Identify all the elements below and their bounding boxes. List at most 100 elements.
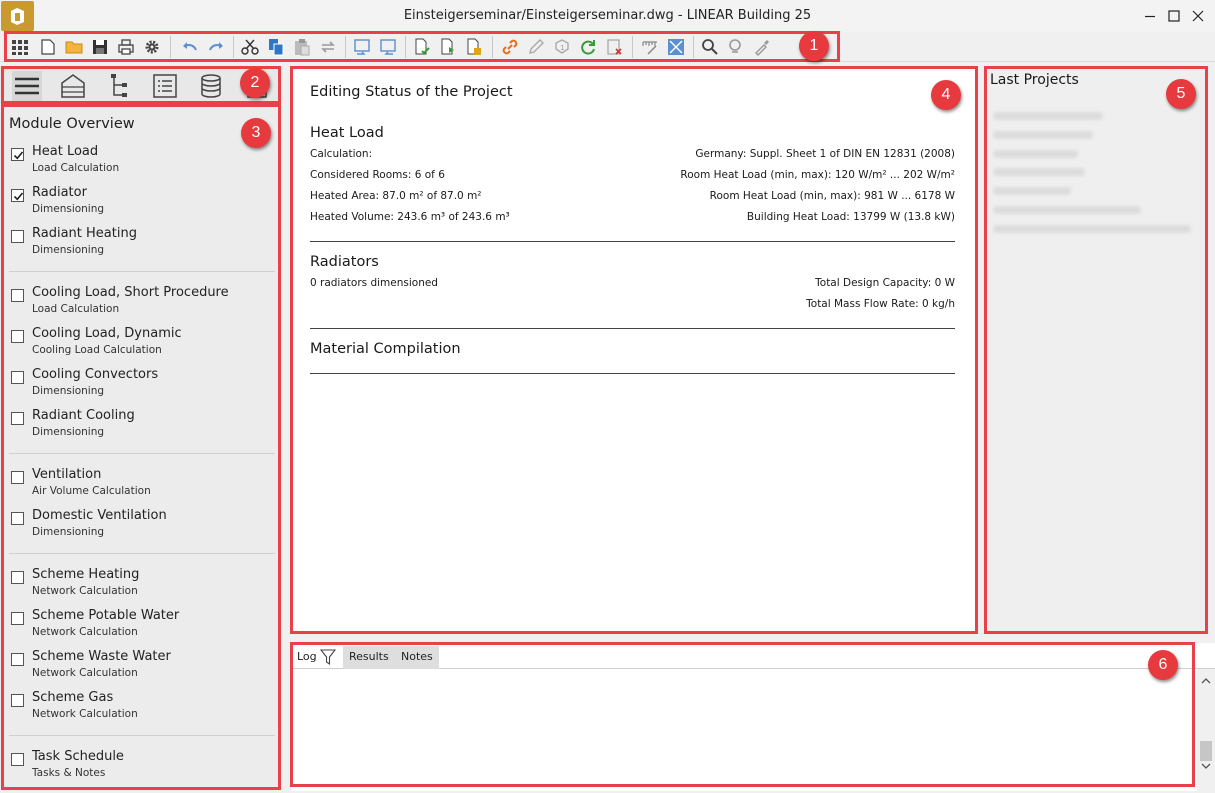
network-icon[interactable] — [104, 71, 134, 101]
tab-notes[interactable]: Notes — [395, 646, 439, 669]
document-check-icon[interactable] — [412, 37, 432, 57]
calculation-label: Calculation: — [310, 148, 373, 160]
info-badge-icon[interactable]: 1 — [552, 37, 572, 57]
section-divider — [310, 328, 955, 329]
document-calc-icon[interactable] — [464, 37, 484, 57]
ventilation-checkbox[interactable] — [11, 471, 24, 484]
minimize-icon[interactable] — [1140, 6, 1160, 26]
module-ventilation[interactable]: Ventilation Air Volume Calculation — [0, 466, 278, 506]
check-icon[interactable] — [666, 37, 686, 57]
module-scheme-heating[interactable]: Scheme Heating Network Calculation — [0, 566, 278, 606]
module-domestic-ventilation[interactable]: Domestic Ventilation Dimensioning — [0, 507, 278, 547]
module-overview-title: Module Overview — [9, 116, 135, 132]
eyedropper-icon[interactable] — [752, 37, 772, 57]
radiant-cooling-checkbox[interactable] — [11, 412, 24, 425]
building-icon[interactable] — [58, 71, 88, 101]
module-divider — [9, 271, 275, 272]
scheme-waste-water-checkbox[interactable] — [11, 653, 24, 666]
list-icon[interactable] — [150, 71, 180, 101]
total-mass-flow-rate: Total Mass Flow Rate: 0 kg/h — [806, 298, 955, 310]
callout-badge-4: 4 — [931, 80, 961, 110]
recent-project-item[interactable] — [993, 150, 1078, 158]
measure-icon[interactable] — [640, 37, 660, 57]
callout-badge-3: 3 — [241, 118, 271, 148]
module-scheme-waste-water[interactable]: Scheme Waste Water Network Calculation — [0, 648, 278, 688]
database-icon[interactable] — [196, 71, 226, 101]
new-document-icon[interactable] — [38, 37, 58, 57]
edit-pen-icon[interactable] — [526, 37, 546, 57]
transfer-icon[interactable] — [318, 37, 338, 57]
calculation-value: Germany: Suppl. Sheet 1 of DIN EN 12831 … — [695, 148, 955, 160]
building-heat-load: Building Heat Load: 13799 W (13.8 kW) — [746, 211, 955, 223]
recent-project-item[interactable] — [993, 168, 1085, 176]
scheme-heating-checkbox[interactable] — [11, 571, 24, 584]
svg-text:1: 1 — [560, 44, 564, 52]
open-folder-icon[interactable] — [64, 37, 84, 57]
module-scheme-potable-water[interactable]: Scheme Potable Water Network Calculation — [0, 607, 278, 647]
section-divider — [310, 373, 955, 374]
material-compilation-title: Material Compilation — [310, 341, 461, 357]
tab-results[interactable]: Results — [343, 646, 395, 669]
cooling-load-dynamic-checkbox[interactable] — [11, 330, 24, 343]
log-scroll-thumb[interactable] — [1200, 741, 1212, 761]
paste-icon[interactable] — [292, 37, 312, 57]
zoom-icon[interactable] — [700, 37, 720, 57]
scheme-potable-water-checkbox[interactable] — [11, 612, 24, 625]
cooling-convectors-checkbox[interactable] — [11, 371, 24, 384]
document-refresh-icon[interactable] — [438, 37, 458, 57]
close-icon[interactable] — [1188, 6, 1208, 26]
scheme-gas-checkbox[interactable] — [11, 694, 24, 707]
domestic-ventilation-checkbox[interactable] — [11, 512, 24, 525]
cut-icon[interactable] — [240, 37, 260, 57]
module-heat-load[interactable]: Heat Load Load Calculation — [0, 143, 278, 183]
module-divider — [9, 735, 275, 736]
recent-project-item[interactable] — [993, 131, 1093, 139]
radiant-heating-checkbox[interactable] — [11, 230, 24, 243]
radiator-checkbox[interactable] — [11, 189, 24, 202]
print-icon[interactable] — [116, 37, 136, 57]
cooling-load-short-checkbox[interactable] — [11, 289, 24, 302]
save-icon[interactable] — [90, 37, 110, 57]
module-scheme-gas[interactable]: Scheme Gas Network Calculation — [0, 689, 278, 729]
title-bar: Einsteigerseminar/Einsteigerseminar.dwg … — [0, 0, 1215, 32]
copy-icon[interactable] — [266, 37, 286, 57]
tab-log[interactable]: Log — [291, 646, 341, 669]
recent-project-item[interactable] — [993, 112, 1103, 120]
module-cooling-convectors[interactable]: Cooling Convectors Dimensioning — [0, 366, 278, 406]
import-icon[interactable] — [352, 37, 372, 57]
refresh-icon[interactable] — [578, 37, 598, 57]
callout-badge-5: 5 — [1166, 79, 1196, 109]
recent-project-item[interactable] — [993, 206, 1141, 214]
module-cooling-load-dynamic[interactable]: Cooling Load, Dynamic Cooling Load Calcu… — [0, 325, 278, 365]
task-schedule-checkbox[interactable] — [11, 753, 24, 766]
undo-icon[interactable] — [180, 37, 200, 57]
radiators-section-title: Radiators — [310, 254, 379, 270]
room-heat-load-specific: Room Heat Load (min, max): 120 W/m² ... … — [680, 169, 955, 181]
link-icon[interactable] — [500, 37, 520, 57]
delete-icon[interactable] — [604, 37, 624, 57]
module-task-schedule[interactable]: Task Schedule Tasks & Notes — [0, 748, 278, 788]
filter-icon[interactable] — [319, 648, 337, 674]
module-divider — [9, 453, 275, 454]
callout-badge-6: 6 — [1148, 650, 1178, 680]
module-radiant-heating[interactable]: Radiant Heating Dimensioning — [0, 225, 278, 265]
settings-gear-icon[interactable] — [142, 37, 162, 57]
export-icon[interactable] — [378, 37, 398, 57]
recent-project-item[interactable] — [993, 187, 1071, 195]
heat-load-section-title: Heat Load — [310, 125, 384, 141]
module-radiator[interactable]: Radiator Dimensioning — [0, 184, 278, 224]
heat-load-checkbox[interactable] — [11, 148, 24, 161]
zoom-alt-icon[interactable] — [726, 37, 746, 57]
apps-grid-icon[interactable] — [10, 37, 30, 57]
last-projects-title: Last Projects — [990, 72, 1079, 88]
redo-icon[interactable] — [206, 37, 226, 57]
callout-badge-2: 2 — [240, 68, 270, 98]
module-cooling-load-short[interactable]: Cooling Load, Short Procedure Load Calcu… — [0, 284, 278, 324]
module-divider — [9, 553, 275, 554]
menu-icon[interactable] — [12, 71, 42, 101]
log-scrollbar[interactable] — [1197, 669, 1215, 791]
maximize-icon[interactable] — [1164, 6, 1184, 26]
recent-project-item[interactable] — [993, 225, 1191, 233]
section-divider — [310, 241, 955, 242]
module-radiant-cooling[interactable]: Radiant Cooling Dimensioning — [0, 407, 278, 447]
